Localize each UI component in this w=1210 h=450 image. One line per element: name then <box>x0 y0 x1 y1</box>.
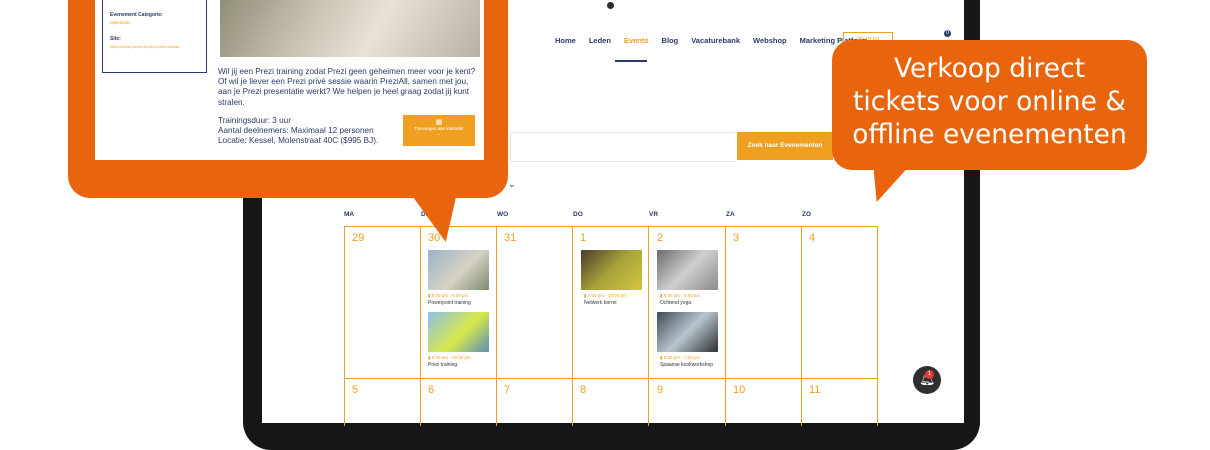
event-time: ▮ 5:00 pm - 7:00 pm <box>660 355 701 360</box>
promo-line-2: tickets voor online & <box>853 86 1126 117</box>
calendar-icon: ▦ <box>435 119 443 126</box>
day-number[interactable]: 5 <box>352 384 358 396</box>
nav-item-blog[interactable]: Blog <box>662 36 679 45</box>
calendar-grid-line <box>344 226 345 426</box>
calendar-grid-line <box>344 378 878 379</box>
event-time: ▮ 8:00 am - 9:00 am <box>660 293 701 298</box>
event-thumbnail[interactable] <box>657 250 718 290</box>
event-time: ▮ 9:00 am - 12:00 pm <box>428 355 471 360</box>
event-thumbnail[interactable] <box>428 312 489 352</box>
event-title[interactable]: Netwerk borrel <box>584 300 617 306</box>
nav-item-events[interactable]: Events <box>624 36 649 45</box>
day-number[interactable]: 11 <box>809 384 820 396</box>
weekday-vr: VR <box>649 211 659 218</box>
notification-badge: 1 <box>925 370 934 379</box>
weekday-ma: MA <box>344 211 355 218</box>
nav-item-webshop[interactable]: Webshop <box>753 36 787 45</box>
event-title[interactable]: Spaanse kookworkshop <box>660 362 713 368</box>
calendar-grid-line <box>648 226 649 426</box>
nav-item-leden[interactable]: Leden <box>589 36 611 45</box>
event-title[interactable]: Ochtend yoga <box>660 300 691 306</box>
search-events-button[interactable]: Zoek naar Evenementen <box>737 132 833 160</box>
day-number[interactable]: 10 <box>733 384 745 396</box>
site-link[interactable]: https://www.prezill.nl/prezi-prive-sessi… <box>110 44 180 49</box>
weekday-za: ZA <box>726 211 735 218</box>
chevron-down-icon[interactable]: ⌄ <box>508 179 516 190</box>
promo-line-3: offline evenementen <box>852 119 1127 150</box>
camera-dot <box>607 2 614 9</box>
calendar-grid-line <box>572 226 573 426</box>
chevron-down-icon: ⌄ <box>437 131 441 136</box>
event-title[interactable]: Powerpoint training <box>428 300 471 306</box>
site-label: Site: <box>110 36 121 42</box>
cart-badge[interactable]: 0 <box>944 30 951 37</box>
nav-item-vacaturebank[interactable]: Vacaturebank <box>691 36 740 45</box>
calendar-grid-line <box>496 226 497 426</box>
calendar-grid-line <box>725 226 726 426</box>
day-number[interactable]: 1 <box>580 232 586 244</box>
event-thumbnail[interactable] <box>428 250 489 290</box>
main-nav: Home Leden Events Blog Vacaturebank Webs… <box>555 36 868 45</box>
promo-headline: Verkoop direct tickets voor online & off… <box>832 52 1147 151</box>
day-number[interactable]: 9 <box>657 384 663 396</box>
day-number[interactable]: 31 <box>504 232 516 244</box>
calendar-grid-line <box>877 226 878 426</box>
day-number[interactable]: 3 <box>733 232 739 244</box>
event-time: ▮ 9:00 am - 5:00 pm <box>428 293 469 298</box>
day-number[interactable]: 4 <box>809 232 815 244</box>
weekday-wo: WO <box>497 211 509 218</box>
weekday-do: DO <box>573 211 583 218</box>
calendar-grid-line <box>420 226 421 426</box>
promo-line-1: Verkoop direct <box>893 53 1086 84</box>
event-search-input[interactable] <box>510 132 737 162</box>
event-title[interactable]: Prezi training <box>428 362 457 368</box>
event-thumbnail[interactable] <box>581 250 642 290</box>
event-description-text: Wil jij een Prezi training zodat Prezi g… <box>218 67 476 107</box>
day-number[interactable]: 7 <box>504 384 510 396</box>
event-thumbnail[interactable] <box>657 312 718 352</box>
category-value: Openbaar <box>110 20 131 25</box>
day-number[interactable]: 29 <box>352 232 364 244</box>
category-label: Evenement Categorie: <box>110 12 163 18</box>
calendar-grid-line <box>801 226 802 426</box>
day-number[interactable]: 2 <box>657 232 663 244</box>
nav-item-home[interactable]: Home <box>555 36 576 45</box>
active-nav-underline <box>615 60 647 62</box>
day-number[interactable]: 8 <box>580 384 586 396</box>
weekday-zo: ZO <box>802 211 812 218</box>
day-number[interactable]: 6 <box>428 384 434 396</box>
event-hero-image <box>220 0 480 57</box>
add-to-calendar-button[interactable]: ▦ Toevoegen aan kalender ⌄ <box>403 115 475 146</box>
event-time: ▮ 7:00 pm - 10:00 pm <box>584 293 627 298</box>
